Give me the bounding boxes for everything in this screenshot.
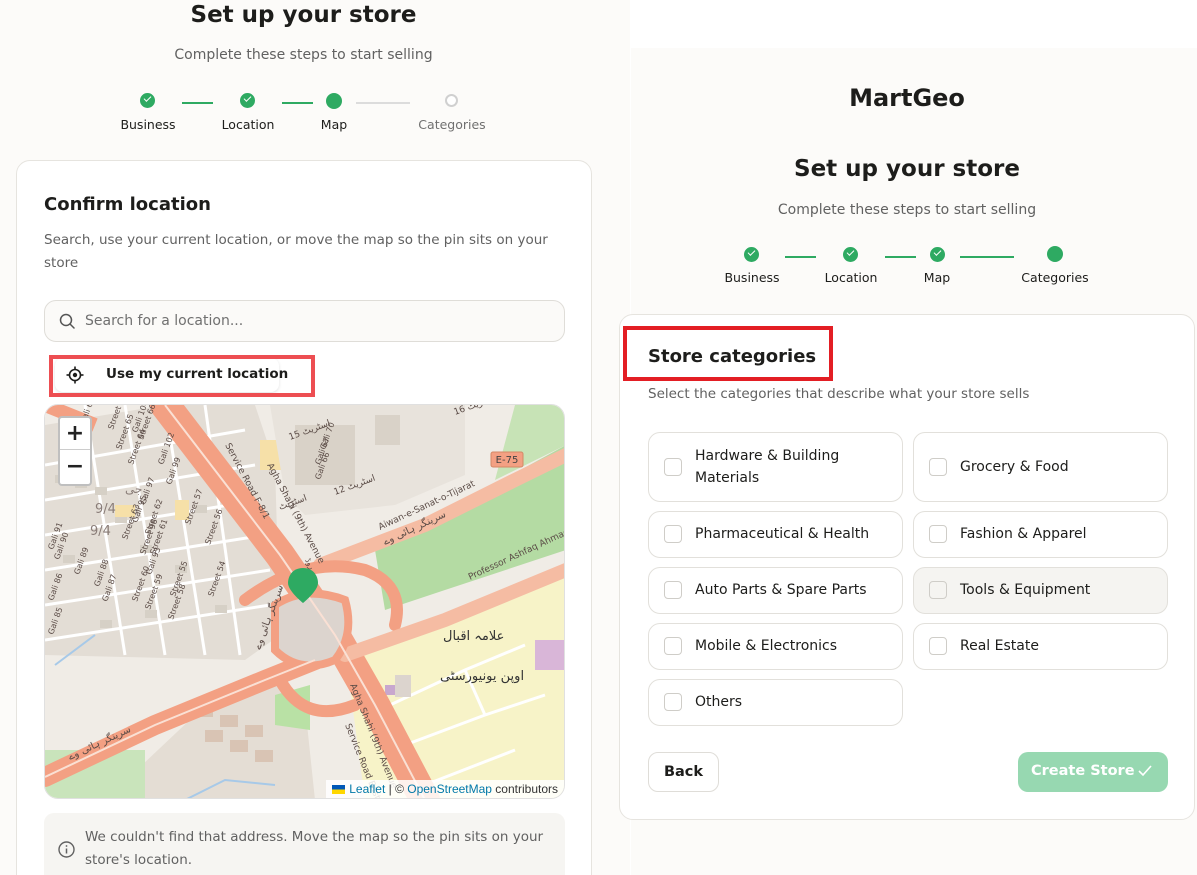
store-categories-card: Store categories Select the categories t… bbox=[619, 314, 1195, 820]
category-checkbox[interactable] bbox=[929, 525, 947, 543]
category-label: Mobile & Electronics bbox=[695, 638, 838, 654]
brand-logo-text: MartGeo bbox=[849, 84, 965, 112]
step-label-business: Business bbox=[724, 270, 780, 285]
step-business-done-icon bbox=[140, 93, 155, 108]
category-checkbox[interactable] bbox=[664, 458, 682, 476]
page-title: Set up your store bbox=[794, 156, 1020, 182]
category-option-pharmaceutical[interactable]: Pharmaceutical & Health bbox=[648, 511, 903, 558]
attribution-separator: | © bbox=[385, 782, 408, 796]
category-label: Auto Parts & Spare Parts bbox=[695, 582, 867, 598]
zoom-in-button[interactable]: + bbox=[60, 418, 90, 450]
step-categories-todo-icon bbox=[445, 94, 458, 107]
step-label-business: Business bbox=[120, 117, 176, 132]
step-categories-current-icon bbox=[1047, 246, 1063, 262]
step-connector bbox=[885, 256, 916, 258]
create-store-button[interactable]: Create Store bbox=[1018, 752, 1168, 792]
map-label: علامہ اقبال bbox=[443, 629, 504, 644]
category-label: Tools & Equipment bbox=[960, 582, 1091, 598]
page-subtitle: Complete these steps to start selling bbox=[174, 47, 433, 63]
map-label: 9/4 bbox=[95, 502, 116, 517]
search-input[interactable] bbox=[85, 301, 555, 341]
check-icon bbox=[1138, 765, 1152, 777]
step-map-done-icon bbox=[930, 247, 945, 262]
category-checkbox[interactable] bbox=[664, 637, 682, 655]
search-icon bbox=[59, 313, 75, 329]
step-label-categories: Categories bbox=[1021, 270, 1089, 285]
step-label-map: Map bbox=[923, 270, 951, 285]
step-label-location: Location bbox=[824, 270, 878, 285]
ukraine-flag-icon bbox=[332, 785, 346, 794]
openstreetmap-link[interactable]: OpenStreetMap bbox=[407, 782, 492, 796]
category-checkbox[interactable] bbox=[929, 581, 947, 599]
highlight-box-store-categories bbox=[623, 326, 833, 381]
card-description: Select the categories that describe what… bbox=[648, 386, 1030, 402]
step-connector bbox=[356, 102, 410, 104]
category-label: Pharmaceutical & Health bbox=[695, 526, 870, 542]
step-business-done-icon bbox=[744, 247, 759, 262]
category-option-grocery[interactable]: Grocery & Food bbox=[913, 432, 1168, 502]
map-tiles: E-75 Agha Shahi (9th) Avenue Agha Shahi … bbox=[45, 405, 564, 798]
step-label-location: Location bbox=[221, 117, 275, 132]
step-connector bbox=[785, 256, 816, 258]
info-icon bbox=[58, 841, 75, 858]
category-option-mobile[interactable]: Mobile & Electronics bbox=[648, 623, 903, 670]
category-option-auto-parts[interactable]: Auto Parts & Spare Parts bbox=[648, 567, 903, 614]
card-title: Confirm location bbox=[44, 194, 211, 215]
step-map-current-icon bbox=[326, 93, 342, 109]
category-checkbox[interactable] bbox=[929, 458, 947, 476]
leaflet-link[interactable]: Leaflet bbox=[349, 782, 385, 796]
step-connector bbox=[182, 102, 213, 104]
map-label: جی bbox=[125, 482, 142, 496]
category-option-fashion[interactable]: Fashion & Apparel bbox=[913, 511, 1168, 558]
highlight-box-current-location bbox=[49, 355, 315, 397]
map-view[interactable]: E-75 Agha Shahi (9th) Avenue Agha Shahi … bbox=[44, 404, 565, 799]
right-screen: MartGeo Set up your store Complete these… bbox=[619, 48, 1197, 875]
category-label: Hardware & Building Materials bbox=[695, 448, 840, 486]
map-attribution: Leaflet | © OpenStreetMap contributors bbox=[326, 780, 564, 798]
step-connector bbox=[282, 102, 313, 104]
left-screen: Set up your store Complete these steps t… bbox=[0, 0, 630, 875]
address-not-found-notice: We couldn't find that address. Move the … bbox=[44, 813, 565, 875]
step-label-map: Map bbox=[320, 117, 348, 132]
category-option-tools[interactable]: Tools & Equipment bbox=[913, 567, 1168, 614]
step-location-done-icon bbox=[240, 93, 255, 108]
search-box bbox=[44, 300, 565, 342]
category-option-hardware[interactable]: Hardware & Building Materials bbox=[648, 432, 903, 502]
back-button[interactable]: Back bbox=[648, 752, 719, 792]
page-title: Set up your store bbox=[190, 2, 417, 28]
category-option-others[interactable]: Others bbox=[648, 679, 903, 726]
card-description: Search, use your current location, or mo… bbox=[44, 232, 548, 271]
page-subtitle: Complete these steps to start selling bbox=[777, 202, 1037, 218]
step-location-done-icon bbox=[843, 247, 858, 262]
highway-shield-label: E-75 bbox=[496, 455, 519, 466]
category-label: Grocery & Food bbox=[960, 459, 1069, 475]
category-checkbox[interactable] bbox=[664, 525, 682, 543]
category-checkbox[interactable] bbox=[664, 581, 682, 599]
zoom-control: + − bbox=[58, 416, 92, 486]
confirm-location-card: Confirm location Search, use your curren… bbox=[16, 160, 592, 875]
zoom-out-button[interactable]: − bbox=[60, 451, 90, 483]
step-connector bbox=[960, 256, 1014, 258]
map-label: اوپن یونیورسٹی bbox=[440, 669, 524, 684]
attribution-suffix: contributors bbox=[491, 782, 558, 796]
category-label: Real Estate bbox=[960, 638, 1039, 654]
category-checkbox[interactable] bbox=[929, 637, 947, 655]
category-option-real-estate[interactable]: Real Estate bbox=[913, 623, 1168, 670]
create-store-label: Create Store bbox=[1031, 763, 1135, 779]
category-checkbox[interactable] bbox=[664, 693, 682, 711]
notice-text: We couldn't find that address. Move the … bbox=[85, 829, 544, 868]
category-label: Others bbox=[695, 694, 743, 710]
map-label: 9/4 bbox=[90, 524, 111, 539]
category-label: Fashion & Apparel bbox=[960, 526, 1087, 542]
step-label-categories: Categories bbox=[418, 117, 486, 132]
